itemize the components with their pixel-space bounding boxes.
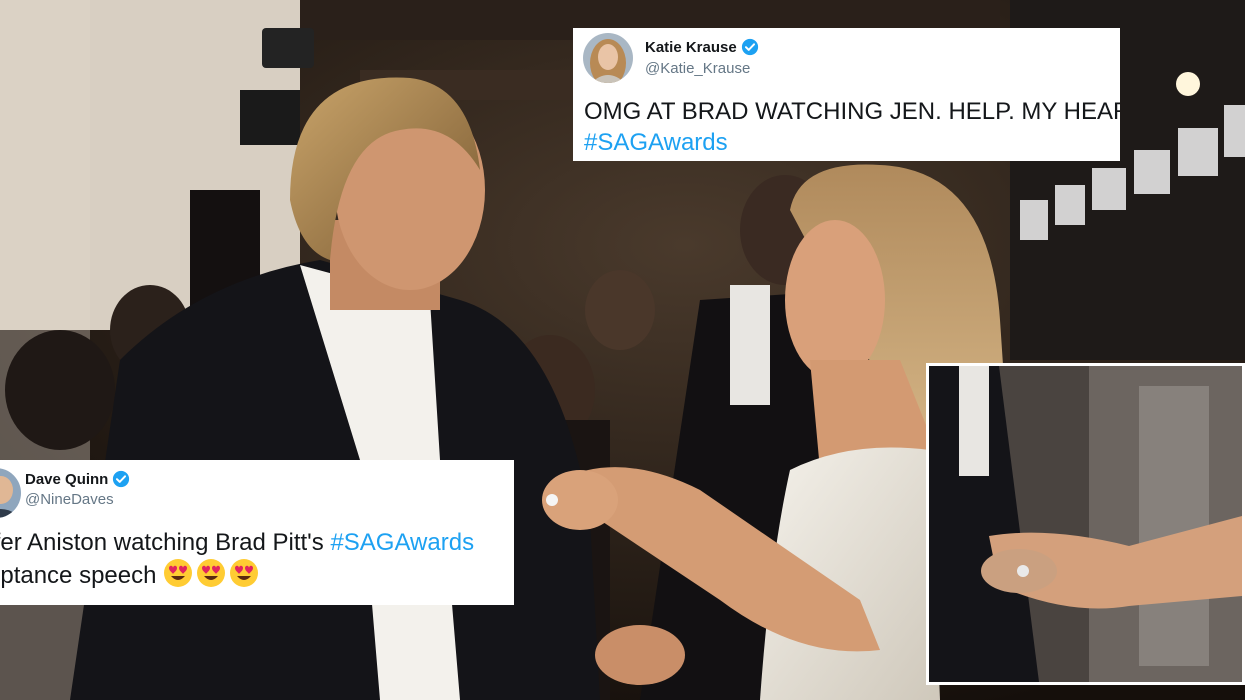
hashtag-link[interactable]: #SAGAwards bbox=[330, 529, 474, 556]
avatar bbox=[583, 33, 633, 83]
tweet-body-line1: nifer Aniston watching Brad Pitt's bbox=[0, 529, 331, 556]
avatar-image bbox=[0, 468, 21, 518]
tweet-body-line2: ceptance speech bbox=[0, 562, 157, 589]
author-handle[interactable]: @Katie_Krause bbox=[645, 60, 750, 77]
closeup-hands-image bbox=[929, 366, 1242, 682]
tweet-text: nifer Aniston watching Brad Pitt's #SAGA… bbox=[0, 527, 474, 591]
avatar-image bbox=[583, 33, 633, 83]
verified-badge-icon bbox=[741, 38, 758, 56]
heart-eyes-emoji-icon bbox=[197, 559, 226, 587]
tweet-text: OMG AT BRAD WATCHING JEN. HELP. MY HEART… bbox=[584, 96, 1120, 158]
avatar bbox=[0, 468, 21, 518]
tweet-body: OMG AT BRAD WATCHING JEN. HELP. MY HEART… bbox=[584, 98, 1120, 125]
author-name[interactable]: Katie Krause bbox=[645, 39, 737, 56]
hashtag-link[interactable]: #SAGAwards bbox=[584, 129, 728, 156]
verified-badge-icon bbox=[113, 470, 130, 488]
author-handle[interactable]: @NineDaves bbox=[25, 491, 114, 508]
inset-closeup-photo bbox=[926, 363, 1245, 685]
author-name[interactable]: Dave Quinn bbox=[25, 471, 108, 488]
tweet-card-katie: Katie Krause @Katie_Krause OMG AT BRAD W… bbox=[573, 28, 1120, 161]
tweet-card-dave: Dave Quinn @NineDaves nifer Aniston watc… bbox=[0, 460, 514, 605]
heart-eyes-emoji-icon bbox=[164, 559, 193, 587]
heart-eyes-emoji-icon bbox=[230, 559, 259, 587]
